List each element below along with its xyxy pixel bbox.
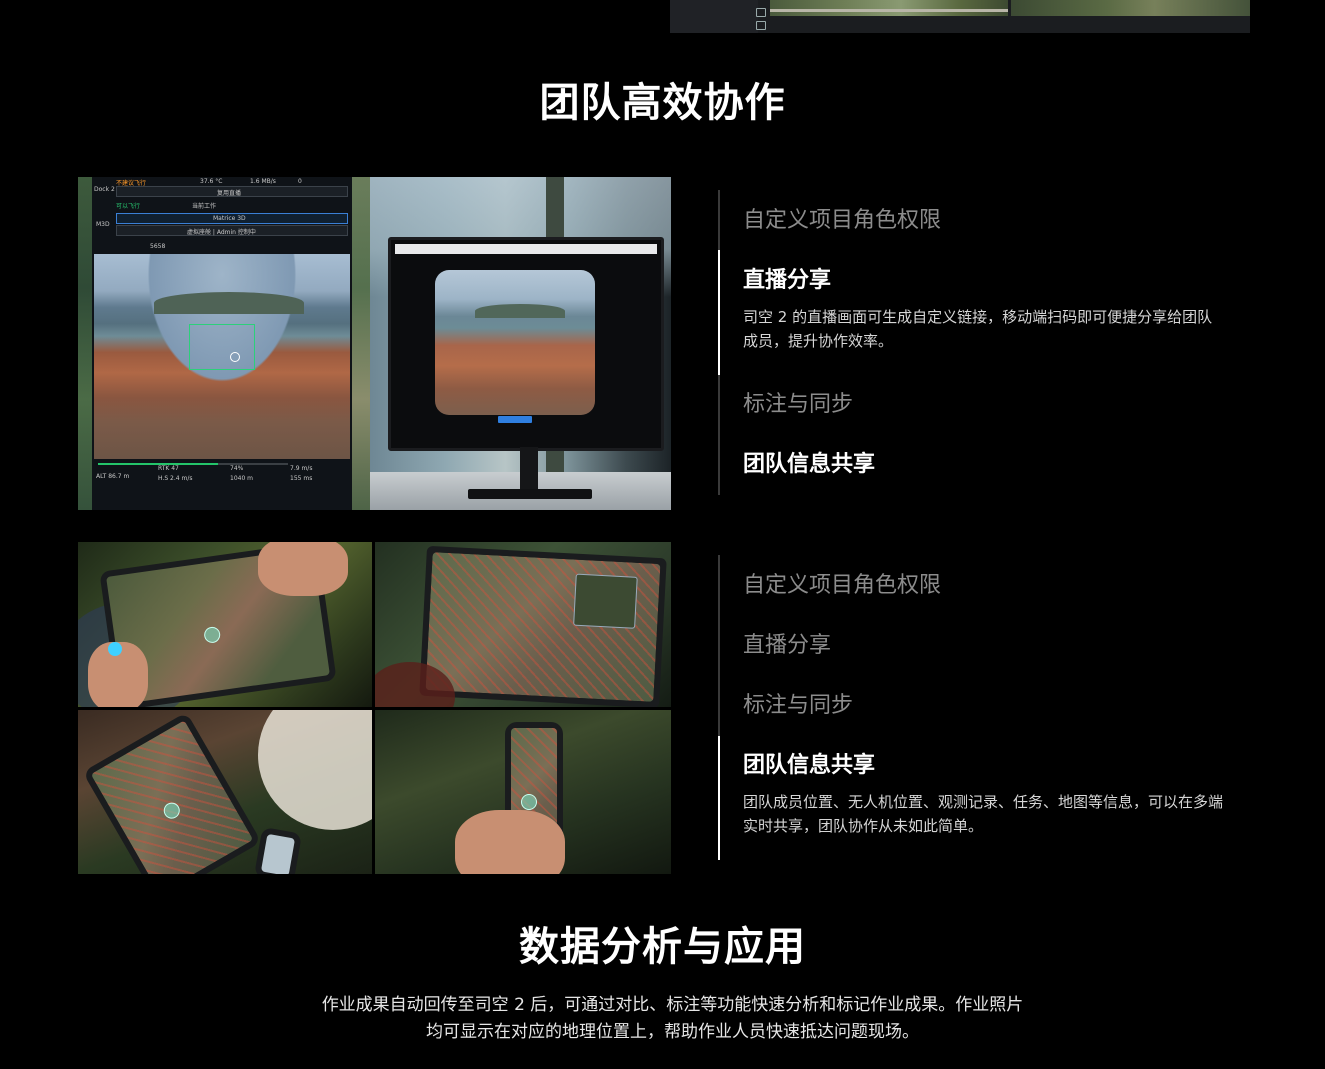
tab-label: 直播分享 <box>743 633 832 658</box>
hand <box>258 542 348 596</box>
laptop-photo <box>375 542 671 707</box>
preview-side-icons <box>756 8 768 30</box>
section-description: 作业成果自动回传至司空 2 后，可通过对比、标注等功能快速分析和标记作业成果。作… <box>321 995 1024 1042</box>
helmet <box>258 710 372 830</box>
tab-team-info-share[interactable]: 团队信息共享 团队成员位置、无人机位置、观测记录、任务、地图等信息，可以在多端实… <box>743 751 1233 838</box>
preview-map-forest <box>1011 0 1250 16</box>
tab-label: 自定义项目角色权限 <box>743 208 942 233</box>
screen-icon <box>756 21 766 30</box>
controller-photo <box>78 542 372 707</box>
mountain-shape <box>154 292 304 314</box>
aerial-live-view <box>94 254 350 459</box>
tablet <box>82 712 262 874</box>
crosshair-icon <box>230 352 240 362</box>
tab-live-share[interactable]: 直播分享 <box>743 631 1233 661</box>
feature-tabs-1: 自定义项目角色权限 直播分享 司空 2 的直播画面可生成自定义链接，移动端扫码即… <box>718 190 1238 495</box>
target-frame <box>189 324 255 370</box>
altitude-readout: ALT 86.7 m <box>96 473 130 480</box>
tab-role-permissions[interactable]: 自定义项目角色权限 <box>743 206 1233 236</box>
tab-description: 司空 2 的直播画面可生成自定义链接，移动端扫码即可便捷分享给团队成员，提升协作… <box>743 308 1213 350</box>
phone-photo <box>375 710 671 874</box>
location-marker-icon <box>521 794 537 810</box>
horizontal-speed-readout: H.S 2.4 m/s <box>158 475 193 482</box>
model-name: M3D <box>96 221 110 228</box>
count-readout: 0 <box>298 178 302 185</box>
latency-readout: 155 ms <box>290 475 313 482</box>
section-title-data-analysis: 数据分析与应用 <box>519 924 806 970</box>
tab-team-info-share[interactable]: 团队信息共享 <box>743 450 1233 480</box>
monitor-stand <box>520 447 538 489</box>
progress-track <box>98 463 288 465</box>
tab-live-share[interactable]: 直播分享 司空 2 的直播画面可生成自定义链接，移动端扫码即可便捷分享给团队成员… <box>743 266 1233 353</box>
tab-label: 团队信息共享 <box>743 753 876 778</box>
tab-active-indicator <box>718 736 720 860</box>
tab-active-indicator <box>718 250 720 375</box>
power-button-icon <box>108 642 122 656</box>
feature-tabs-2: 自定义项目角色权限 直播分享 标注与同步 团队信息共享 团队成员位置、无人机位置… <box>718 555 1238 860</box>
browser-bar <box>395 244 657 254</box>
telemetry-bar: ALT 86.7 m RTK 47 H.S 2.4 m/s 74% 1040 m… <box>92 459 352 510</box>
phone-in-hand <box>253 826 303 874</box>
tab-label: 标注与同步 <box>743 693 854 718</box>
shared-live-stream <box>435 270 595 415</box>
tablet-photo <box>78 710 372 874</box>
battery-readout: 74% <box>230 465 244 472</box>
monitor-stream-button[interactable] <box>498 416 532 423</box>
temperature-readout: 37.6 °C <box>200 178 223 185</box>
storage-readout: 5658 <box>150 243 166 250</box>
dock-name: Dock 2 <box>94 186 115 193</box>
preview-map-road <box>770 0 1008 16</box>
laptop-screen-frame <box>419 545 667 707</box>
vertical-speed-readout: 7.9 m/s <box>290 465 313 472</box>
tablet-map <box>90 720 254 874</box>
network-speed-readout: 1.6 MB/s <box>250 178 276 185</box>
mini-video-window <box>573 573 638 629</box>
tab-label: 团队信息共享 <box>743 452 876 477</box>
preview-sidebar <box>670 0 758 33</box>
live-share-image: 不建议飞行 37.6 °C 1.6 MB/s 0 Dock 2 复用直播 可以飞… <box>78 177 671 510</box>
monitor-stand-base <box>468 489 592 499</box>
tab-role-permissions[interactable]: 自定义项目角色权限 <box>743 571 1233 601</box>
aircraft-select-row[interactable]: Matrice 3D <box>116 213 348 224</box>
rtk-readout: RTK 47 <box>158 465 179 472</box>
mountain-shape-small <box>475 304 565 318</box>
flight-status-ok: 可以飞行 <box>116 203 141 210</box>
top-preview-strip <box>670 0 1250 33</box>
map-strip-left <box>78 177 92 510</box>
tab-label: 标注与同步 <box>743 392 854 417</box>
tab-annotation-sync[interactable]: 标注与同步 <box>743 691 1233 721</box>
current-work-label: 当前工作 <box>192 203 217 210</box>
hand <box>455 810 565 874</box>
distance-readout: 1040 m <box>230 475 254 482</box>
office-scene <box>370 177 671 510</box>
desktop-monitor <box>388 237 664 451</box>
tab-label: 自定义项目角色权限 <box>743 573 942 598</box>
team-share-collage <box>78 542 671 874</box>
tab-annotation-sync[interactable]: 标注与同步 <box>743 390 1233 420</box>
layer-icon <box>756 8 766 17</box>
section-title-collaboration: 团队高效协作 <box>539 80 786 126</box>
flight-control-panel: 不建议飞行 37.6 °C 1.6 MB/s 0 Dock 2 复用直播 可以飞… <box>92 177 352 510</box>
tab-label: 直播分享 <box>743 268 832 293</box>
reuse-live-row[interactable]: 复用直播 <box>116 186 348 197</box>
virtual-cockpit-row[interactable]: 虚拟座舱 | Admin 控制中 <box>116 225 348 236</box>
tab-description: 团队成员位置、无人机位置、观测记录、任务、地图等信息，可以在多端实时共享，团队协… <box>743 793 1224 835</box>
map-strip-mid <box>352 177 370 510</box>
